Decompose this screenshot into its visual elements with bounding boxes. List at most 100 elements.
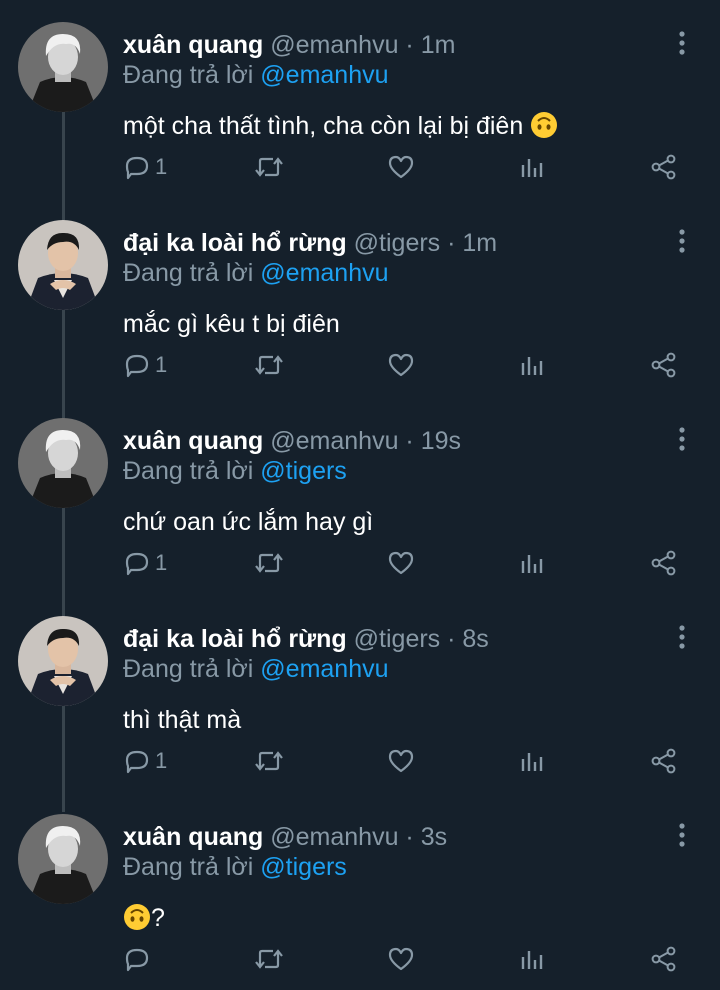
display-name[interactable]: đại ka loài hổ rừng <box>123 625 347 653</box>
retweet-button[interactable] <box>254 348 284 382</box>
more-options-icon[interactable] <box>672 624 692 650</box>
share-icon <box>650 351 678 379</box>
tweet-text: một cha thất tình, cha còn lại bị điên <box>123 110 558 142</box>
view-count-button[interactable] <box>519 546 545 580</box>
separator-dot: · <box>440 229 463 257</box>
reply-button[interactable] <box>123 942 155 976</box>
more-options-icon[interactable] <box>672 822 692 848</box>
upside-down-face-icon <box>531 112 558 138</box>
timestamp[interactable]: 3s <box>421 823 447 851</box>
view-count-button[interactable] <box>519 744 545 778</box>
bar-chart-icon <box>519 351 545 379</box>
like-button[interactable] <box>387 744 415 778</box>
avatar[interactable] <box>18 814 108 904</box>
more-options-icon[interactable] <box>672 30 692 56</box>
share-button[interactable] <box>650 546 678 580</box>
tweet-header: xuân quang @emanhvu · 1m <box>123 30 455 60</box>
reply-count: 1 <box>155 154 168 179</box>
separator-dot: · <box>398 427 421 455</box>
reply-button[interactable]: 1 <box>123 744 167 778</box>
avatar[interactable] <box>18 418 108 508</box>
user-handle[interactable]: @emanhvu <box>270 823 398 851</box>
tweet[interactable]: xuân quang @emanhvu · 19s Đang trả lời @t… <box>0 396 720 594</box>
user-handle[interactable]: @tigers <box>354 625 441 653</box>
retweet-button[interactable] <box>254 744 284 778</box>
tweet-text-content: một cha thất tình, cha còn lại bị điên <box>123 112 524 140</box>
tweet-text-content: mắc gì kêu t bị điên <box>123 310 340 338</box>
tweet-header: xuân quang @emanhvu · 19s <box>123 426 461 456</box>
display-name[interactable]: xuân quang <box>123 823 263 851</box>
bar-chart-icon <box>519 747 545 775</box>
replying-to: Đang trả lời @emanhvu <box>123 258 389 288</box>
action-bar: 1 <box>0 150 720 190</box>
reply-button[interactable]: 1 <box>123 348 167 382</box>
replying-to-label: Đang trả lời <box>123 259 254 287</box>
separator-dot: · <box>398 31 421 59</box>
like-button[interactable] <box>387 546 415 580</box>
timestamp[interactable]: 19s <box>421 427 461 455</box>
tweet-header: xuân quang @emanhvu · 3s <box>123 822 447 852</box>
tweet[interactable]: đại ka loài hổ rừng @tigers · 1m Đang trả… <box>0 198 720 396</box>
tweet[interactable]: đại ka loài hổ rừng @tigers · 8s Đang trả… <box>0 594 720 792</box>
retweet-icon <box>254 549 284 577</box>
action-bar <box>0 942 720 982</box>
replying-to-label: Đang trả lời <box>123 61 254 89</box>
view-count-button[interactable] <box>519 942 545 976</box>
user-handle[interactable]: @emanhvu <box>270 31 398 59</box>
share-button[interactable] <box>650 348 678 382</box>
view-count-button[interactable] <box>519 348 545 382</box>
like-button[interactable] <box>387 150 415 184</box>
tweet[interactable]: xuân quang @emanhvu · 3s Đang trả lời @ti… <box>0 792 720 990</box>
mention-link[interactable]: @tigers <box>260 853 347 881</box>
bar-chart-icon <box>519 549 545 577</box>
heart-icon <box>387 351 415 379</box>
share-icon <box>650 747 678 775</box>
replying-to-label: Đang trả lời <box>123 853 254 881</box>
tweet-text: chứ oan ức lắm hay gì <box>123 506 373 538</box>
mention-link[interactable]: @tigers <box>260 457 347 485</box>
share-icon <box>650 549 678 577</box>
view-count-button[interactable] <box>519 150 545 184</box>
retweet-button[interactable] <box>254 150 284 184</box>
display-name[interactable]: xuân quang <box>123 31 263 59</box>
avatar[interactable] <box>18 616 108 706</box>
share-button[interactable] <box>650 942 678 976</box>
tweet[interactable]: xuân quang @emanhvu · 1m Đang trả lời @em… <box>0 0 720 198</box>
user-handle[interactable]: @emanhvu <box>270 427 398 455</box>
retweet-icon <box>254 351 284 379</box>
mention-link[interactable]: @emanhvu <box>260 259 388 287</box>
share-button[interactable] <box>650 150 678 184</box>
timestamp[interactable]: 1m <box>421 31 456 59</box>
timestamp[interactable]: 8s <box>462 625 488 653</box>
reply-count: 1 <box>155 748 168 773</box>
action-bar: 1 <box>0 348 720 388</box>
reply-icon <box>123 747 151 775</box>
user-handle[interactable]: @tigers <box>354 229 441 257</box>
mention-link[interactable]: @emanhvu <box>260 655 388 683</box>
reply-button[interactable]: 1 <box>123 546 167 580</box>
display-name[interactable]: đại ka loài hổ rừng <box>123 229 347 257</box>
share-button[interactable] <box>650 744 678 778</box>
bar-chart-icon <box>519 945 545 973</box>
retweet-button[interactable] <box>254 942 284 976</box>
avatar[interactable] <box>18 220 108 310</box>
retweet-icon <box>254 153 284 181</box>
retweet-icon <box>254 747 284 775</box>
timestamp[interactable]: 1m <box>462 229 497 257</box>
replying-to: Đang trả lời @emanhvu <box>123 60 389 90</box>
mention-link[interactable]: @emanhvu <box>260 61 388 89</box>
like-button[interactable] <box>387 348 415 382</box>
reply-icon <box>123 351 151 379</box>
replying-to-label: Đang trả lời <box>123 655 254 683</box>
display-name[interactable]: xuân quang <box>123 427 263 455</box>
tweet-text-content: chứ oan ức lắm hay gì <box>123 508 374 536</box>
more-options-icon[interactable] <box>672 228 692 254</box>
more-options-icon[interactable] <box>672 426 692 452</box>
reply-button[interactable]: 1 <box>123 150 167 184</box>
avatar[interactable] <box>18 22 108 112</box>
like-button[interactable] <box>387 942 415 976</box>
share-icon <box>650 153 678 181</box>
retweet-button[interactable] <box>254 546 284 580</box>
upside-down-face-icon <box>124 904 150 930</box>
replying-to: Đang trả lời @tigers <box>123 852 347 882</box>
